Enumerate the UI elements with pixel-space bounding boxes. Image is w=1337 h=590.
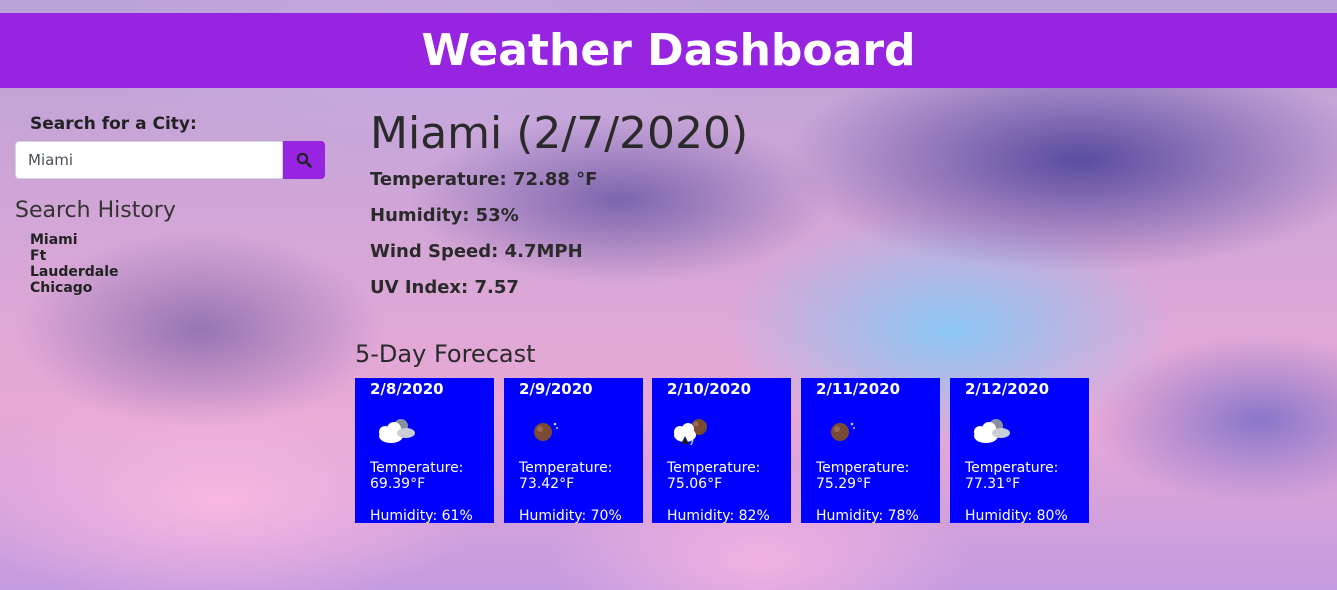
search-history-list: Miami Ft Lauderdale Chicago — [30, 232, 130, 296]
history-item[interactable]: Chicago — [30, 280, 130, 296]
current-temperature: Temperature: 72.88 °F — [370, 169, 598, 190]
forecast-card: 2/12/2020 Temperature: 77.31°F Humidity:… — [950, 378, 1089, 523]
forecast-date: 2/11/2020 — [816, 380, 901, 398]
forecast-date: 2/9/2020 — [519, 380, 593, 398]
forecast-title: 5-Day Forecast — [355, 340, 536, 368]
forecast-temp-label: Temperature: — [667, 460, 761, 476]
forecast-date: 2/10/2020 — [667, 380, 752, 398]
forecast-temp: 75.29°F — [816, 476, 872, 492]
search-history-title: Search History — [15, 198, 176, 223]
forecast-date: 2/8/2020 — [370, 380, 444, 398]
forecast-temp: 77.31°F — [965, 476, 1021, 492]
clear-night-icon — [831, 422, 855, 441]
forecast-temp: 73.42°F — [519, 476, 575, 492]
forecast-humidity: Humidity: 78% — [816, 508, 919, 523]
current-humidity: Humidity: 53% — [370, 205, 519, 226]
current-wind-speed: Wind Speed: 4.7MPH — [370, 241, 583, 262]
forecast-temp-label: Temperature: — [370, 460, 464, 476]
forecast-card: 2/11/2020 Temperature: 75.29°F Humidity:… — [801, 378, 940, 523]
partly-cloudy-night-icon — [974, 419, 1010, 443]
forecast-temp-label: Temperature: — [519, 460, 613, 476]
forecast-temp: 75.06°F — [667, 476, 723, 492]
partly-cloudy-night-icon — [379, 419, 415, 443]
page-title: Weather Dashboard — [421, 25, 916, 76]
history-item[interactable]: Miami — [30, 232, 130, 248]
rain-night-icon — [674, 419, 707, 446]
clear-night-icon — [534, 422, 558, 441]
app-header: Weather Dashboard — [0, 13, 1337, 88]
search-icon — [296, 152, 312, 168]
forecast-temp-label: Temperature: — [965, 460, 1059, 476]
search-button[interactable] — [283, 141, 325, 179]
history-item[interactable]: Ft — [30, 248, 130, 264]
city-search-input[interactable] — [15, 141, 283, 179]
current-uv-index: UV Index: 7.57 — [370, 277, 519, 298]
history-item[interactable]: Lauderdale — [30, 264, 130, 280]
forecast-humidity: Humidity: 82% — [667, 508, 770, 523]
forecast-temp: 69.39°F — [370, 476, 426, 492]
current-city-title: Miami (2/7/2020) — [370, 108, 749, 159]
forecast-humidity: Humidity: 80% — [965, 508, 1068, 523]
forecast-card: 2/9/2020 Temperature: 73.42°F Humidity: … — [504, 378, 643, 523]
search-form — [15, 141, 325, 179]
forecast-date: 2/12/2020 — [965, 380, 1050, 398]
forecast-card: 2/10/2020 Temperature: 75.06°F Humidity:… — [652, 378, 791, 523]
forecast-temp-label: Temperature: — [816, 460, 910, 476]
forecast-card: 2/8/2020 Temperature: 69.39°F Humidity: … — [355, 378, 494, 523]
forecast-humidity: Humidity: 61% — [370, 508, 473, 523]
search-label: Search for a City: — [30, 114, 197, 134]
forecast-humidity: Humidity: 70% — [519, 508, 622, 523]
